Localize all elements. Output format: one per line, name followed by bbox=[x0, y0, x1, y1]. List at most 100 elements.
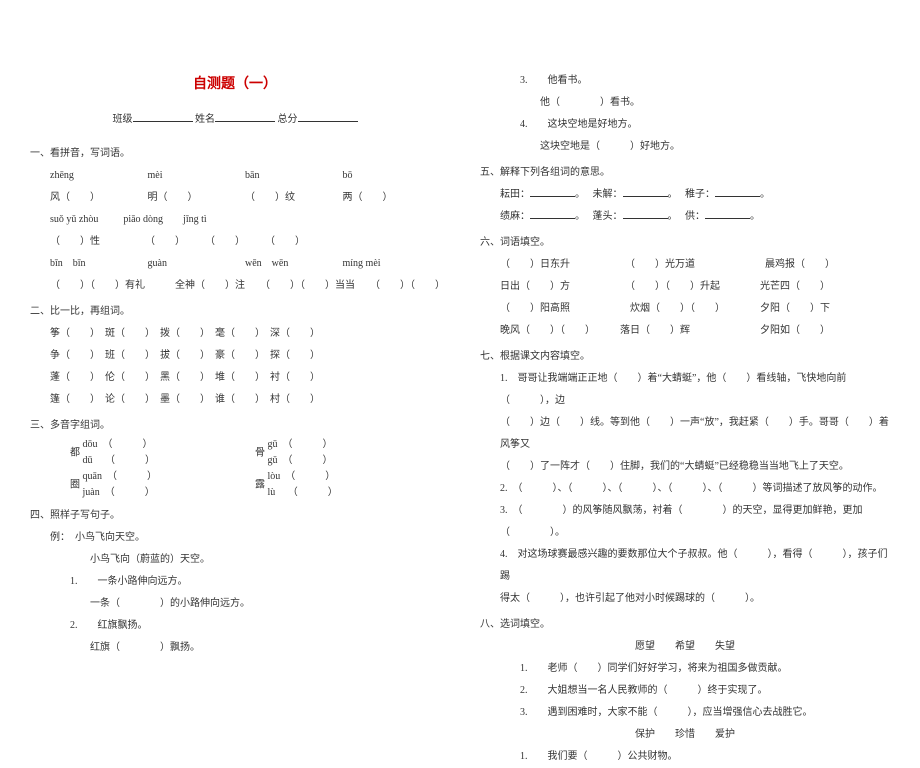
s4-q3: 3. 他看书。 bbox=[480, 70, 890, 92]
blank bbox=[715, 185, 760, 197]
s4-q3b: 他（ ）看书。 bbox=[480, 92, 890, 114]
blank bbox=[623, 207, 668, 219]
pinyin: bān bbox=[245, 165, 343, 187]
term: 供： bbox=[685, 211, 705, 222]
section-8-heading: 八、选词填空。 bbox=[480, 614, 890, 636]
char: 都 bbox=[70, 447, 80, 458]
s3-row1: 都 dōu （ ） dū （ ） 骨 gū （ ） gǔ （ ） bbox=[30, 437, 440, 469]
s2-row1: 筝（ ） 斑（ ） 拨（ ） 毫（ ） 深（ ） bbox=[30, 323, 440, 345]
blank bbox=[705, 207, 750, 219]
document-title: 自测题（一） bbox=[30, 70, 440, 101]
s4-q2: 2. 红旗飘扬。 bbox=[30, 615, 440, 637]
s6-r2: 日出（ ）方 （ ）（ ）升起 光芒四（ ） bbox=[480, 276, 890, 298]
s7-p3: 3. （ ）的风筝随风飘荡，衬着（ ）的天空，显得更加鲜艳，更加（ ）。 bbox=[480, 500, 890, 544]
s4-example: 例： 小鸟飞向天空。 bbox=[30, 527, 440, 549]
term: 耘田： bbox=[500, 189, 530, 200]
term: 未解： bbox=[593, 189, 623, 200]
s7-p1c: （ ）了一阵才（ ）住脚，我们的“大蜻蜓”已经稳稳当当地飞上了天空。 bbox=[480, 456, 890, 478]
reading: dū （ ） bbox=[83, 453, 156, 469]
pinyin: bō bbox=[343, 165, 441, 187]
s7-p1b: （ ）边（ ）线。等到他（ ）一声“放”，我赶紧（ ）手。哥哥（ ）着风筝又 bbox=[480, 412, 890, 456]
blank-word: 明（ ） bbox=[148, 187, 246, 209]
s7-p4b: 得太（ ），也许引起了他对小时候踢球的（ ）。 bbox=[480, 588, 890, 610]
s3-row2: 圈 quān （ ） juàn （ ） 露 lòu （ ） lù （ ） bbox=[30, 469, 440, 501]
pinyin: míng mèi bbox=[343, 253, 441, 275]
char: 圈 bbox=[70, 479, 80, 490]
name-blank bbox=[215, 110, 275, 122]
s6-r4: 晚风（ ）（ ） 落日（ ）辉 夕阳如（ ） bbox=[480, 320, 890, 342]
s7-p2: 2. （ ）、（ ）、（ ）、（ ）、（ ）等词描述了放风筝的动作。 bbox=[480, 478, 890, 500]
section-4-heading: 四、照样子写句子。 bbox=[30, 505, 440, 527]
s4-example2: 小鸟飞向（蔚蓝的）天空。 bbox=[30, 549, 440, 571]
multichar-group: 露 lòu （ ） lù （ ） bbox=[255, 469, 440, 501]
reading: quān （ ） bbox=[83, 469, 157, 485]
score-blank bbox=[298, 110, 358, 122]
reading: gǔ （ ） bbox=[268, 453, 333, 469]
pinyin: suǒ yǔ zhòu bbox=[50, 214, 98, 225]
multichar-group: 骨 gū （ ） gǔ （ ） bbox=[255, 437, 440, 469]
header-fields: 班级 姓名 总分 bbox=[30, 109, 440, 131]
blank-word: 两（ ） bbox=[343, 187, 441, 209]
term: 蓬头： bbox=[593, 211, 623, 222]
s7-p4: 4. 对这场球赛最感兴趣的要数那位大个子叔叔。他（ ），看得（ ），孩子们踢 bbox=[480, 544, 890, 588]
s1-blank-row1: 风（ ） 明（ ） （ ）纹 两（ ） bbox=[30, 187, 440, 209]
pinyin: zhēng bbox=[50, 165, 148, 187]
blank bbox=[530, 207, 575, 219]
reading: dōu （ ） bbox=[83, 437, 156, 453]
blank-word: 风（ ） bbox=[50, 187, 148, 209]
multichar-group: 都 dōu （ ） dū （ ） bbox=[70, 437, 255, 469]
section-6-heading: 六、词语填空。 bbox=[480, 232, 890, 254]
s1-blank-row2: （ ）性 （ ） （ ） （ ） bbox=[30, 231, 440, 253]
char: 露 bbox=[255, 479, 265, 490]
s2-row3: 蓬（ ） 伦（ ） 黑（ ） 堆（ ） 衬（ ） bbox=[30, 367, 440, 389]
class-blank bbox=[133, 110, 193, 122]
pinyin: piāo dòng jīng tì bbox=[123, 214, 206, 225]
pinyin: mèi bbox=[148, 165, 246, 187]
multichar-group: 圈 quān （ ） juàn （ ） bbox=[70, 469, 255, 501]
s8-q2: 2. 大姐想当一名人民教师的（ ）终于实现了。 bbox=[480, 680, 890, 702]
pinyin: wēn wēn bbox=[245, 253, 343, 275]
term: 绩麻： bbox=[500, 211, 530, 222]
s2-row2: 争（ ） 班（ ） 拔（ ） 豪（ ） 探（ ） bbox=[30, 345, 440, 367]
term: 稚子： bbox=[685, 189, 715, 200]
s4-q1: 1. 一条小路伸向远方。 bbox=[30, 571, 440, 593]
s7-p1: 1. 哥哥让我端端正正地（ ）着“大蜻蜓”，他（ ）看线轴，飞快地向前（ ），边 bbox=[480, 368, 890, 412]
s8-q3: 3. 遇到困难时，大家不能（ ），应当增强信心去战胜它。 bbox=[480, 702, 890, 724]
s4-q4: 4. 这块空地是好地方。 bbox=[480, 114, 890, 136]
s1-pinyin-row1: zhēng mèi bān bō bbox=[30, 165, 440, 187]
s5-row2: 绩麻：。 蓬头：。 供：。 bbox=[480, 206, 890, 228]
reading: lù （ ） bbox=[268, 485, 338, 501]
s2-row4: 篷（ ） 论（ ） 墨（ ） 谁（ ） 村（ ） bbox=[30, 389, 440, 411]
section-5-heading: 五、解释下列各组词的意思。 bbox=[480, 162, 890, 184]
s1-blank-row3: （ ）（ ）有礼 全神（ ）注 （ ）（ ）当当 （ ）（ ） bbox=[30, 275, 440, 297]
section-2-heading: 二、比一比，再组词。 bbox=[30, 301, 440, 323]
left-column: 自测题（一） 班级 姓名 总分 一、看拼音，写词语。 zhēng mèi bān… bbox=[30, 70, 440, 644]
score-label: 总分 bbox=[278, 114, 298, 125]
s5-row1: 耘田：。 未解：。 稚子：。 bbox=[480, 184, 890, 206]
name-label: 姓名 bbox=[195, 114, 215, 125]
section-1-heading: 一、看拼音，写词语。 bbox=[30, 143, 440, 165]
s8-q4: 1. 我们要（ ）公共财物。 bbox=[480, 746, 890, 768]
s8-group2: 保护 珍惜 爱护 bbox=[480, 724, 890, 746]
class-label: 班级 bbox=[113, 114, 133, 125]
char: 骨 bbox=[255, 447, 265, 458]
s1-pinyin-row3: bīn bīn guàn wēn wēn míng mèi bbox=[30, 253, 440, 275]
section-7-heading: 七、根据课文内容填空。 bbox=[480, 346, 890, 368]
s8-group1: 愿望 希望 失望 bbox=[480, 636, 890, 658]
s6-r3: （ ）阳高照 炊烟（ ）（ ） 夕阳（ ）下 bbox=[480, 298, 890, 320]
blank bbox=[623, 185, 668, 197]
pinyin: bīn bīn bbox=[50, 253, 148, 275]
reading: lòu （ ） bbox=[268, 469, 338, 485]
s4-q2b: 红旗（ ）飘扬。 bbox=[30, 637, 440, 659]
s1-pinyin-row2: suǒ yǔ zhòu piāo dòng jīng tì bbox=[30, 209, 440, 231]
blank bbox=[530, 185, 575, 197]
right-column: 3. 他看书。 他（ ）看书。 4. 这块空地是好地方。 这块空地是（ ）好地方… bbox=[480, 70, 890, 644]
s8-q1: 1. 老师（ ）同学们好好学习，将来为祖国多做贡献。 bbox=[480, 658, 890, 680]
s4-q1b: 一条（ ）的小路伸向远方。 bbox=[30, 593, 440, 615]
s6-r1: （ ）日东升 （ ）光万道 晨鸡报（ ） bbox=[480, 254, 890, 276]
reading: juàn （ ） bbox=[83, 485, 157, 501]
blank-word: （ ）纹 bbox=[245, 187, 343, 209]
section-3-heading: 三、多音字组词。 bbox=[30, 415, 440, 437]
pinyin: guàn bbox=[148, 253, 246, 275]
s4-q4b: 这块空地是（ ）好地方。 bbox=[480, 136, 890, 158]
